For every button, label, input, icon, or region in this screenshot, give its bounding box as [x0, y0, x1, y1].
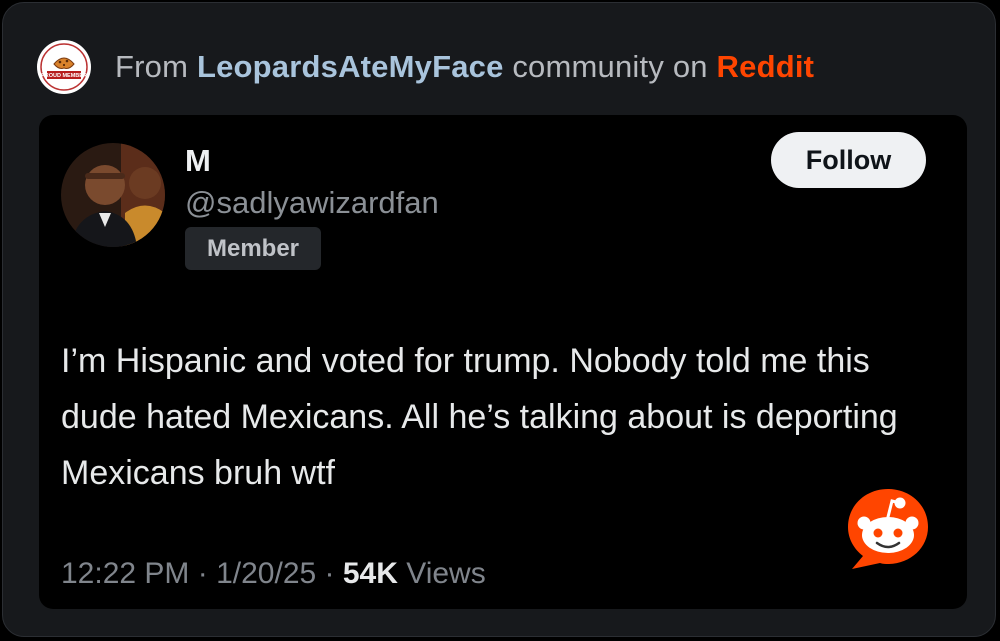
views-label: Views	[397, 557, 486, 590]
post-text: I’m Hispanic and voted for trump. Nobody…	[61, 342, 898, 492]
views-count: 54K	[342, 557, 398, 590]
user-handle[interactable]: @sadlyawizardfan	[185, 185, 439, 221]
header-text: From LeopardsAteMyFace community on Redd…	[115, 49, 814, 85]
header-prefix: From	[115, 49, 197, 84]
community-icon[interactable]: PROUD MEMBER	[37, 40, 91, 94]
avatar[interactable]	[61, 143, 165, 247]
follow-button[interactable]: Follow	[771, 132, 926, 188]
reddit-snoo-icon	[842, 483, 934, 575]
member-badge: Member	[185, 227, 321, 270]
meta-separator: ·	[189, 557, 217, 590]
source-header: PROUD MEMBER From LeopardsAteMyFace comm…	[37, 39, 814, 95]
post-date[interactable]: 1/20/25	[216, 557, 316, 590]
meta-separator: ·	[316, 557, 343, 590]
post-meta: 12:22 PM · 1/20/25 · 54K Views	[61, 557, 486, 591]
community-link[interactable]: LeopardsAteMyFace	[197, 49, 504, 84]
post-card: M @sadlyawizardfan Member Follow I’m His…	[39, 115, 967, 609]
display-name[interactable]: M	[185, 143, 211, 179]
header-middle: community on	[503, 49, 717, 84]
post-time[interactable]: 12:22 PM	[61, 557, 189, 590]
platform-link[interactable]: Reddit	[717, 49, 815, 84]
post-frame: PROUD MEMBER From LeopardsAteMyFace comm…	[2, 2, 996, 637]
community-icon-text: PROUD MEMBER	[41, 73, 87, 79]
